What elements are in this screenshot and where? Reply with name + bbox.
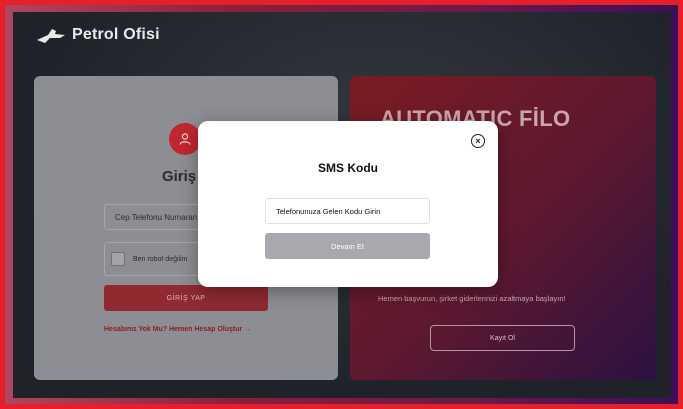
continue-button[interactable]: Devam Et (265, 233, 430, 259)
promo-cta-text: Hemen başvurun, şirket giderlerinizi aza… (378, 294, 566, 303)
captcha-checkbox[interactable] (111, 252, 125, 266)
signup-link[interactable]: Hesabınız Yok Mu? Hemen Hesap Oluştur → (104, 326, 251, 333)
user-avatar (169, 123, 201, 155)
login-button[interactable]: GİRİŞ YAP (104, 285, 268, 311)
modal-title: SMS Kodu (318, 161, 378, 175)
sms-code-input[interactable]: Telefonunuza Gelen Kodu Girin (265, 198, 430, 224)
captcha-label: Ben robot değilim (133, 255, 188, 263)
brand-name: Petrol Ofisi (72, 26, 160, 43)
petrol-ofisi-logo[interactable]: Petrol Ofisi (36, 26, 160, 44)
sms-code-modal: × SMS Kodu Telefonunuza Gelen Kodu Girin… (198, 121, 498, 287)
register-button[interactable]: Kayıt Ol (430, 325, 575, 351)
horse-icon (37, 29, 65, 43)
user-icon (179, 133, 191, 145)
close-icon[interactable]: × (471, 134, 485, 148)
